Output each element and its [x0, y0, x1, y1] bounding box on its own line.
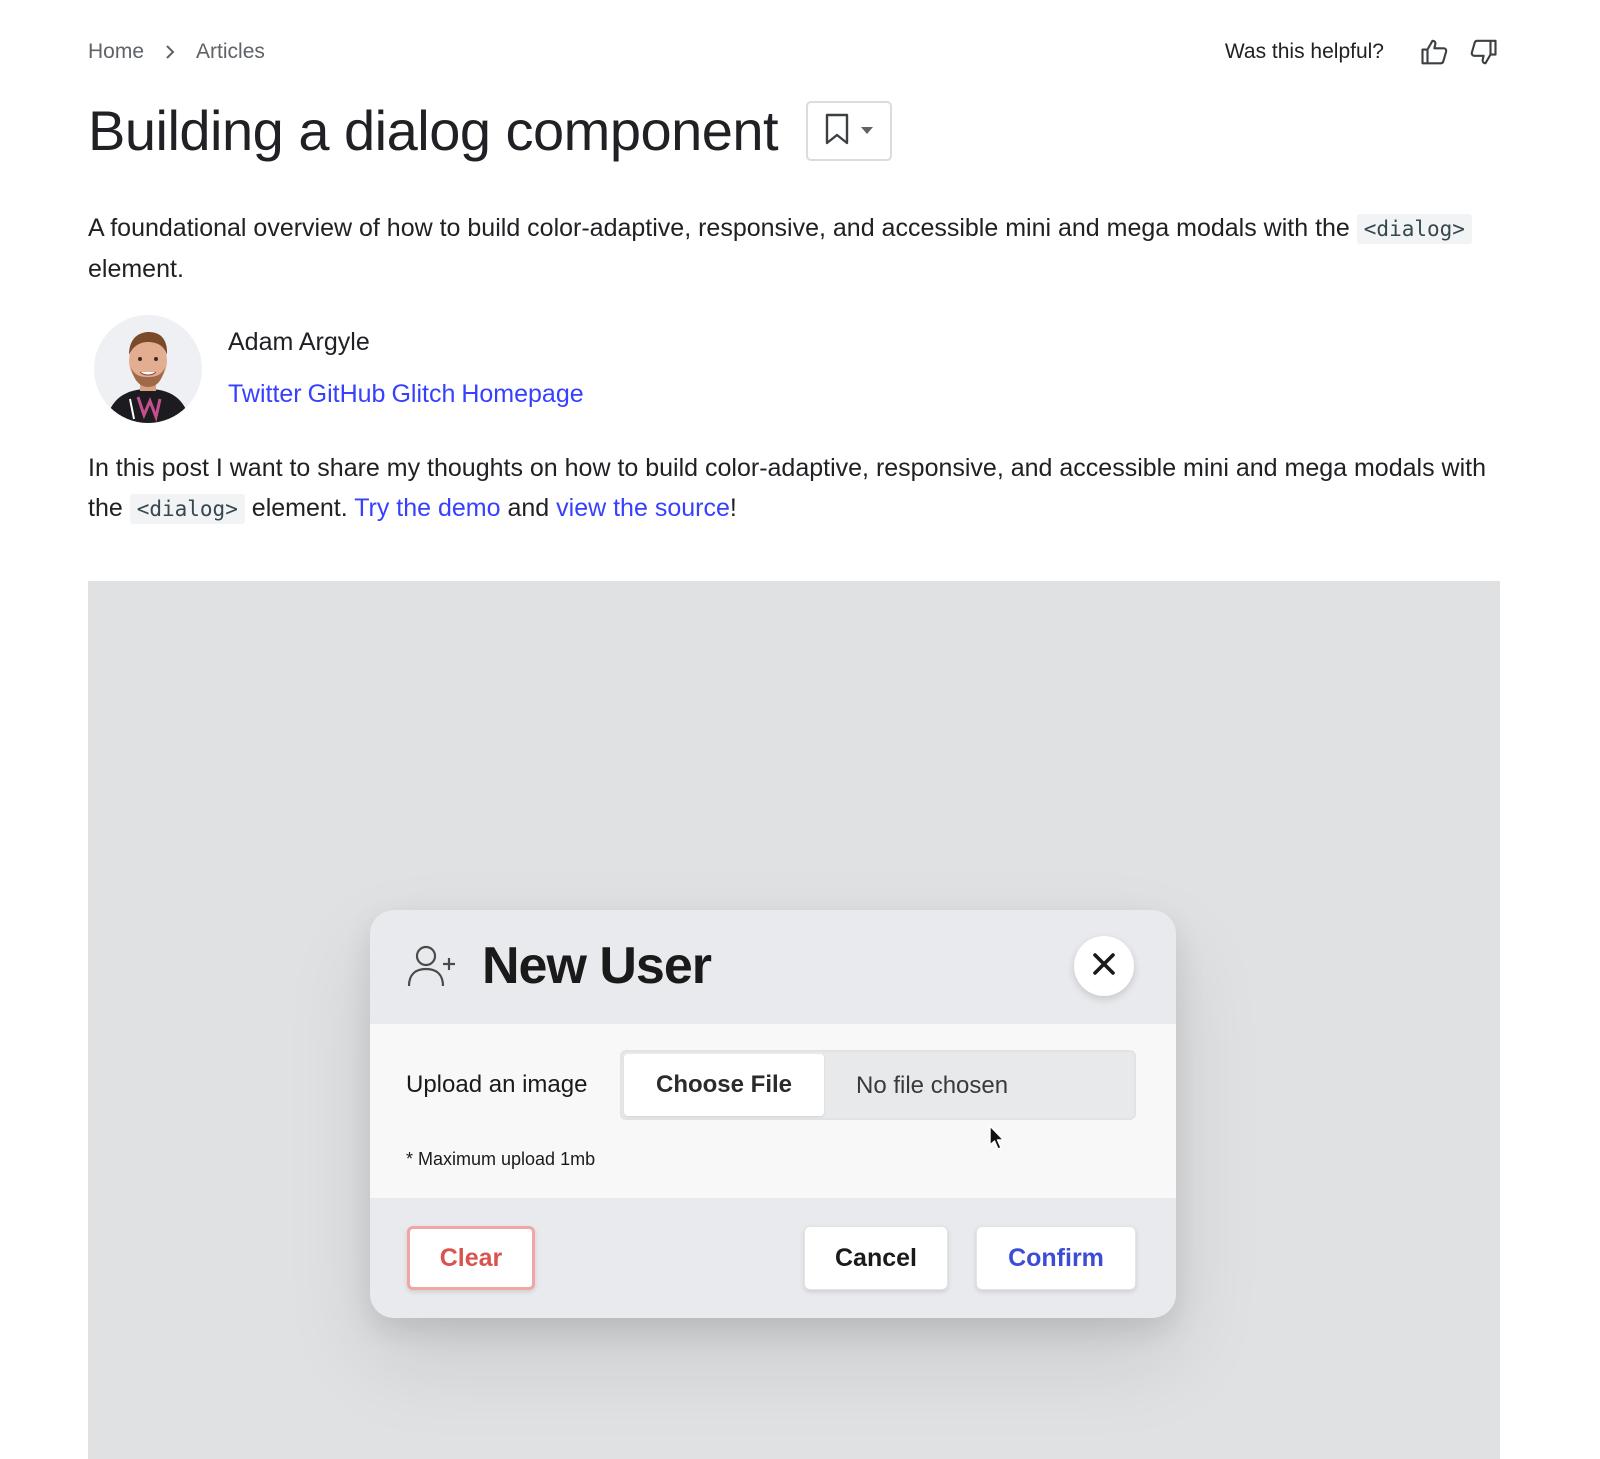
breadcrumb-articles[interactable]: Articles [196, 40, 265, 64]
upload-label: Upload an image [406, 1071, 588, 1098]
dialog-header: New User [370, 910, 1176, 1024]
intro-code: <dialog> [129, 494, 245, 524]
clear-button[interactable]: Clear [407, 1226, 535, 1290]
intro-text-end: ! [729, 494, 737, 522]
breadcrumb: Home Articles [88, 34, 265, 70]
dialog-title: New User [482, 937, 712, 995]
new-user-dialog: New User Upload an image Choose File No … [370, 910, 1176, 1318]
author-info: Adam Argyle Twitter GitHub Glitch Homepage [228, 315, 590, 409]
bookmark-button[interactable] [806, 101, 893, 161]
avatar [94, 315, 202, 423]
choose-file-button[interactable]: Choose File [624, 1054, 824, 1116]
feedback-widget: Was this helpful? [1225, 34, 1500, 70]
upload-hint: * Maximum upload 1mb [406, 1149, 596, 1169]
author-link-homepage[interactable]: Homepage [461, 380, 583, 408]
intro-text-and: and [500, 494, 557, 522]
title-row: Building a dialog component [88, 99, 893, 162]
feedback-question: Was this helpful? [1224, 40, 1384, 63]
mouse-cursor-icon [988, 1124, 1006, 1152]
lede-text: A foundational overview of how to build … [88, 214, 1357, 242]
dialog-footer: Clear Cancel Confirm [370, 1198, 1176, 1318]
caret-down-icon [860, 122, 874, 140]
cancel-button[interactable]: Cancel [804, 1226, 948, 1290]
article-intro: In this post I want to share my thoughts… [88, 448, 1508, 529]
close-icon [1091, 951, 1117, 982]
author-name: Adam Argyle [228, 328, 370, 356]
intro-text-mid: element. [244, 494, 355, 522]
confirm-button[interactable]: Confirm [976, 1226, 1136, 1290]
thumbs-up-icon[interactable] [1418, 35, 1452, 69]
lede-code: <dialog> [1356, 214, 1472, 244]
article-lede: A foundational overview of how to build … [88, 208, 1508, 289]
demo-video-frame[interactable]: New User Upload an image Choose File No … [88, 581, 1500, 1459]
author-link-glitch[interactable]: Glitch [391, 380, 455, 408]
view-source-link[interactable]: view the source [556, 494, 730, 522]
author-link-github[interactable]: GitHub [308, 380, 386, 408]
thumbs-down-icon[interactable] [1466, 35, 1500, 69]
file-status: No file chosen [856, 1072, 1009, 1099]
top-bar: Home Articles Was this helpful? [88, 34, 1500, 70]
author-link-twitter[interactable]: Twitter [228, 380, 302, 408]
bookmark-icon [824, 113, 850, 150]
file-input[interactable]: Choose File No file chosen [620, 1050, 1136, 1120]
chevron-right-icon [160, 42, 180, 62]
close-button[interactable] [1074, 936, 1134, 996]
add-user-icon [406, 944, 458, 988]
lede-text-end: element. [88, 255, 184, 283]
breadcrumb-home[interactable]: Home [88, 40, 144, 64]
author-links: Twitter GitHub Glitch Homepage [228, 379, 590, 409]
page-title: Building a dialog component [88, 99, 779, 162]
dialog-body: Upload an image Choose File No file chos… [370, 1024, 1176, 1198]
author-block: Adam Argyle Twitter GitHub Glitch Homepage [94, 315, 590, 423]
try-demo-link[interactable]: Try the demo [354, 494, 500, 522]
